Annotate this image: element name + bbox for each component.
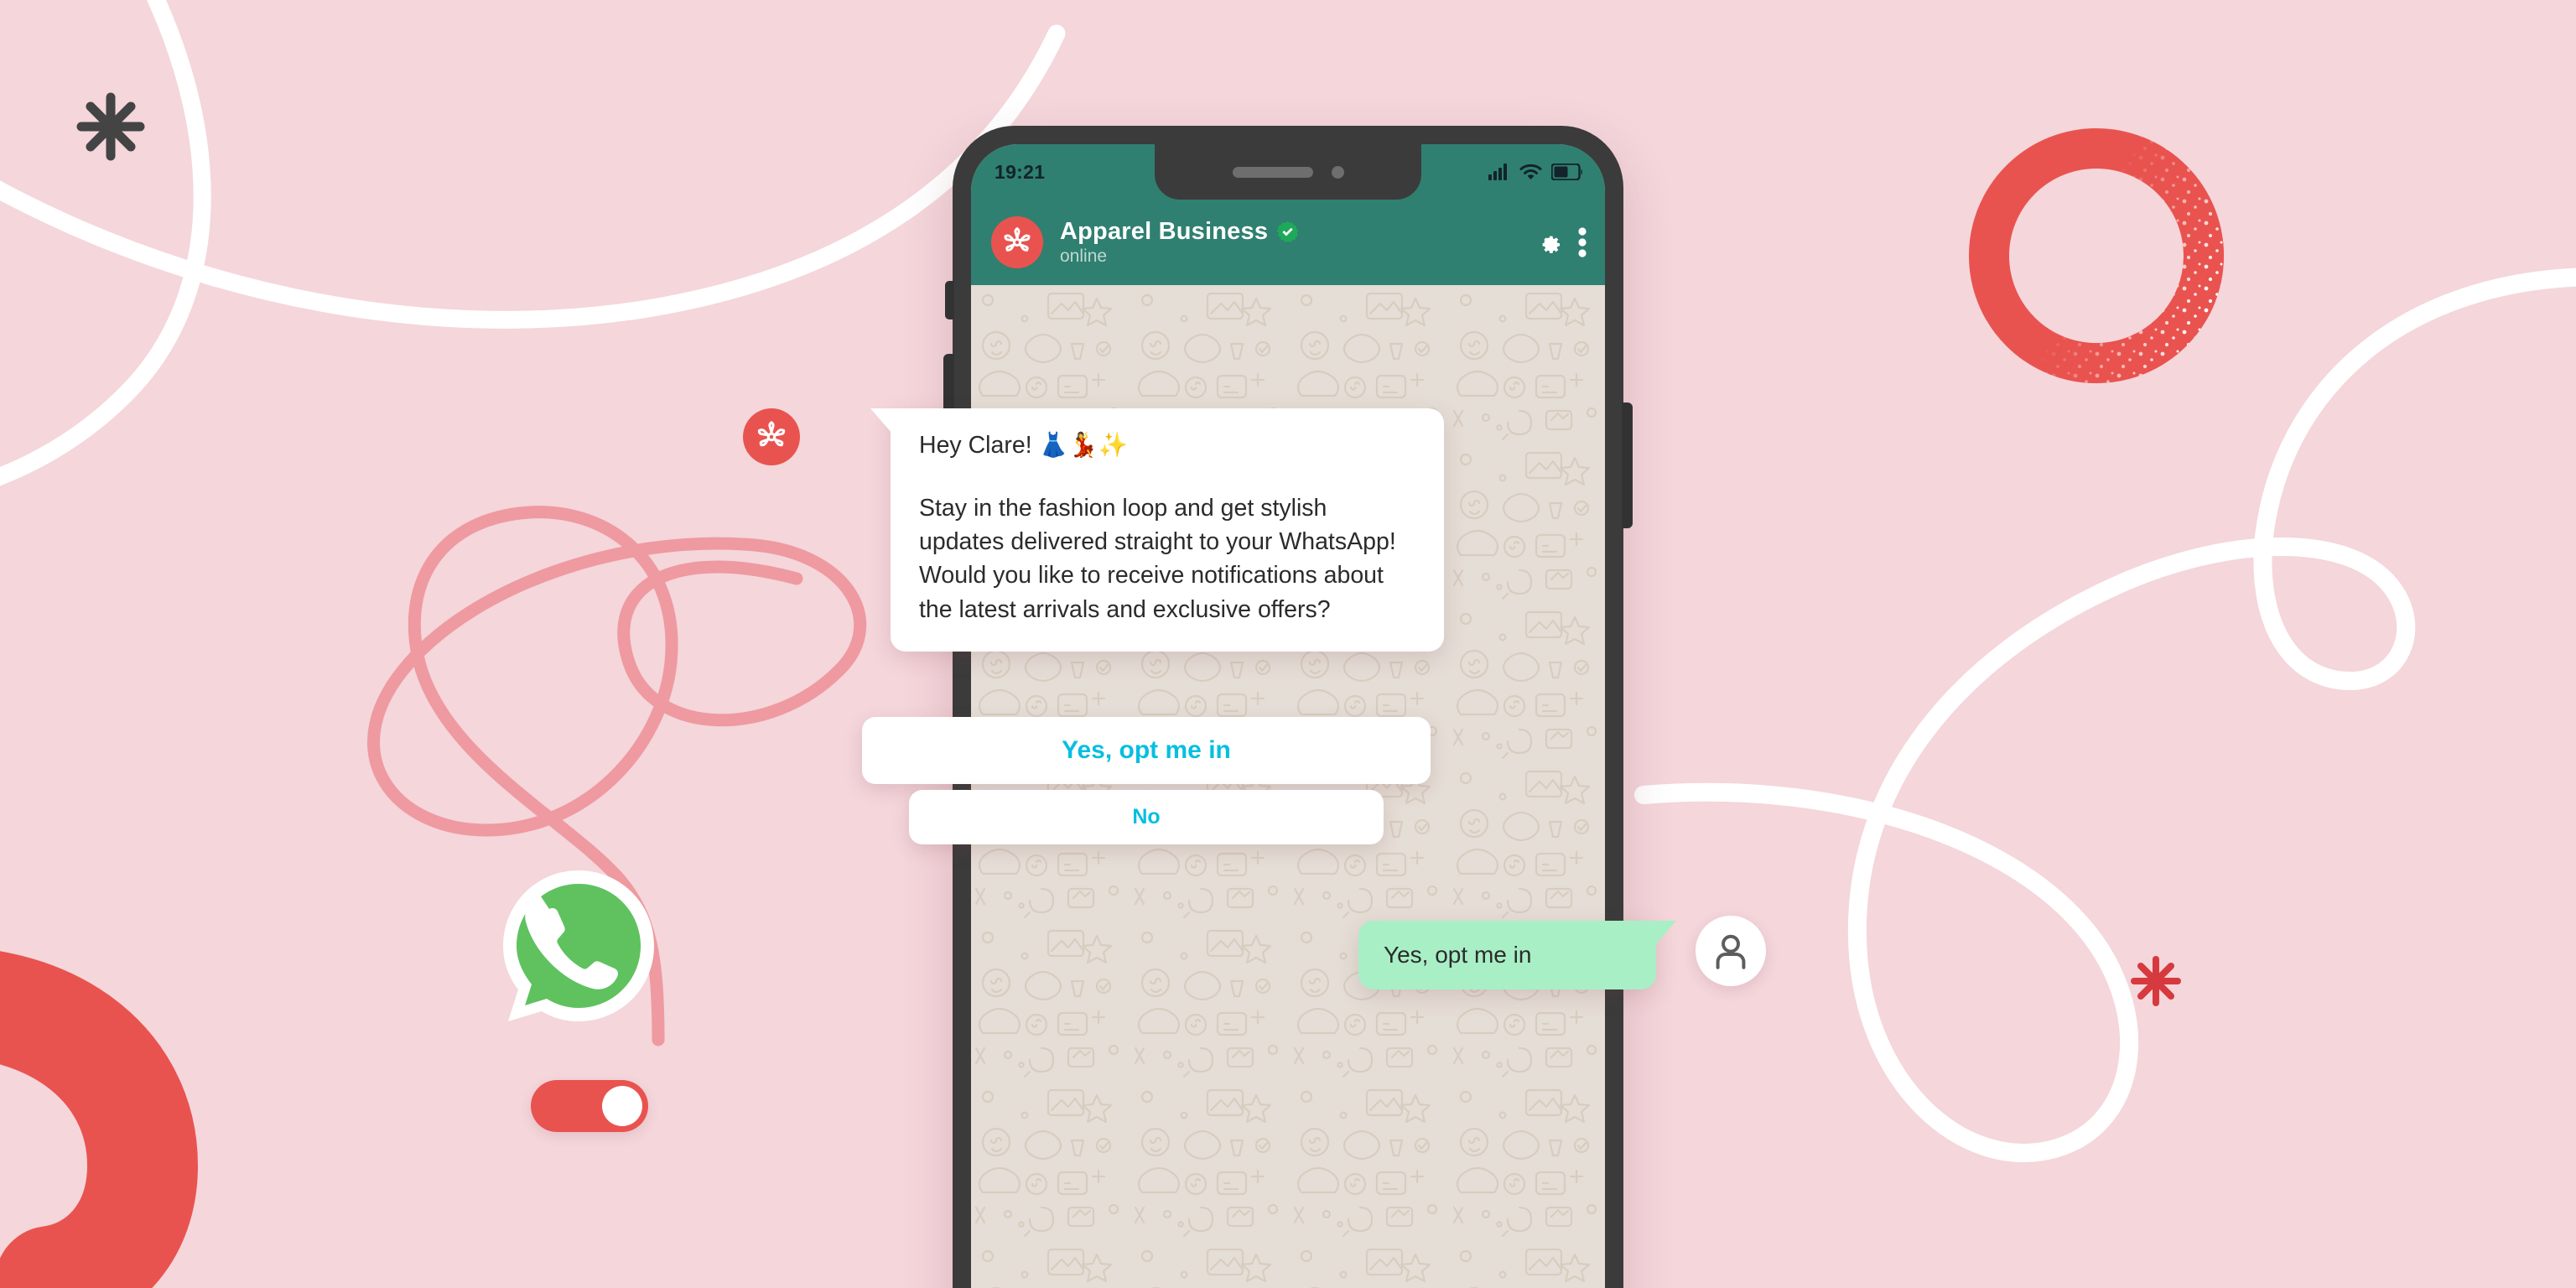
incoming-message-greeting: Hey Clare! 👗💃✨	[919, 432, 1128, 459]
whatsapp-logo-icon	[503, 870, 654, 1021]
quick-reply-yes-button[interactable]: Yes, opt me in	[862, 717, 1431, 784]
wifi-icon	[1519, 164, 1542, 179]
floating-brand-badge	[743, 408, 800, 465]
gear-icon[interactable]	[1535, 228, 1563, 257]
phone-frame: 19:21 Apparel Business online	[943, 126, 1633, 1288]
battery-icon	[1551, 164, 1582, 180]
notification-toggle[interactable]	[531, 1080, 648, 1132]
incoming-message-body: Stay in the fashion loop and get stylish…	[919, 494, 1396, 623]
incoming-message-bubble: Hey Clare! 👗💃✨ Stay in the fashion loop …	[870, 408, 1444, 652]
flower-logo-icon	[1004, 226, 1031, 252]
status-bar-time: 19:21	[995, 160, 1046, 183]
status-bar-icons	[1488, 164, 1583, 180]
verified-check-icon	[1276, 221, 1299, 242]
red-sparkle-icon	[2131, 956, 2181, 1006]
user-avatar	[1696, 916, 1766, 986]
phone-mute-switch[interactable]	[945, 281, 954, 319]
phone-notch	[1155, 144, 1421, 200]
speckled-red-ring	[1969, 128, 2224, 383]
outgoing-message-bubble: Yes, opt me in	[1358, 921, 1676, 989]
chat-header: Apparel Business online	[971, 200, 1605, 285]
person-icon	[1716, 934, 1746, 969]
earpiece-speaker	[1232, 166, 1313, 178]
dark-sparkle-icon	[76, 92, 145, 161]
chat-avatar[interactable]	[991, 216, 1043, 268]
flower-logo-icon	[757, 421, 786, 447]
chat-presence-status: online	[1060, 247, 1108, 266]
phone-power-button[interactable]	[1622, 402, 1633, 528]
signal-icon	[1488, 164, 1507, 180]
red-arc-bottom-left	[0, 951, 199, 1288]
chat-contact-name: Apparel Business	[1060, 218, 1269, 245]
front-camera	[1331, 165, 1344, 179]
chat-header-actions	[1535, 227, 1587, 257]
phone-screen: 19:21 Apparel Business online	[971, 144, 1605, 1288]
chat-header-text: Apparel Business online	[1060, 218, 1535, 267]
toggle-knob	[602, 1086, 642, 1126]
quick-reply-no-button[interactable]: No	[909, 790, 1384, 844]
phone-mockup: 19:21 Apparel Business online	[943, 126, 1633, 1288]
more-vertical-icon[interactable]	[1578, 227, 1587, 257]
white-swirl-right	[1634, 267, 2576, 1162]
